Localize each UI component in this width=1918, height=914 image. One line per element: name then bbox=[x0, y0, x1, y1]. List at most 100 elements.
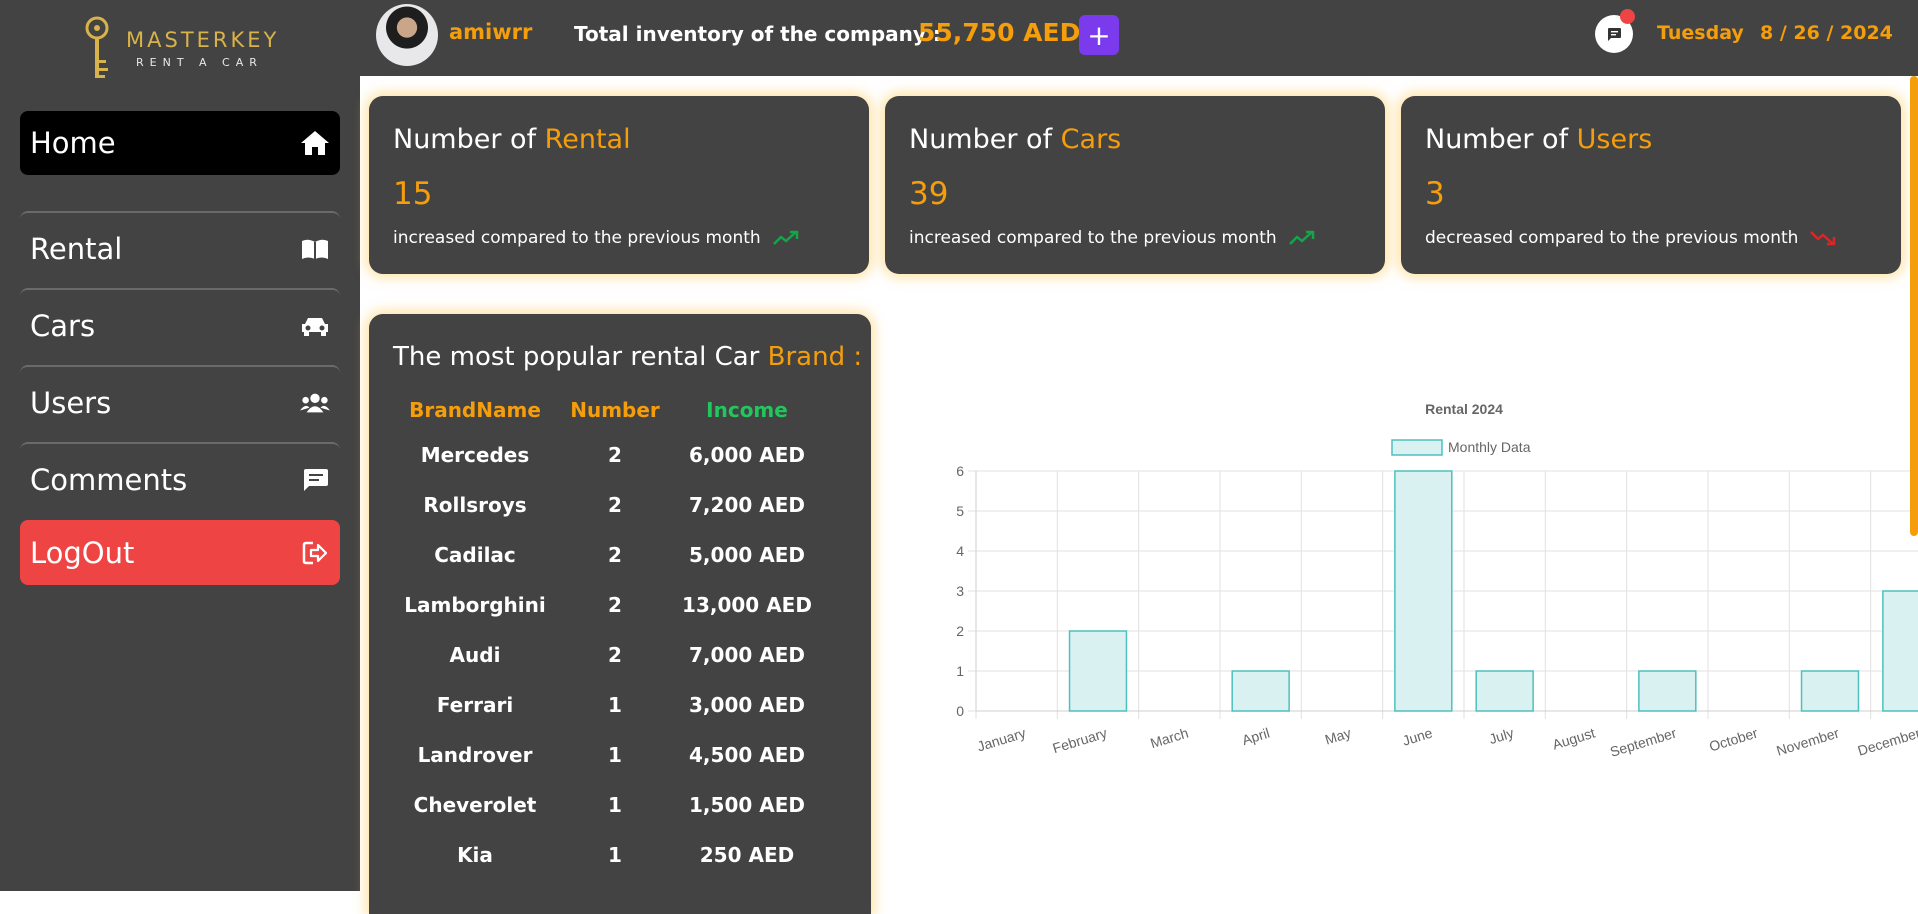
rental-bar-chart: Rental 2024 Monthly Data 0 1 2 3 4 5 6 January Feb… bbox=[956, 401, 1918, 760]
number-cell: 1 bbox=[608, 743, 622, 767]
table-row: Kia 1 250 AED bbox=[393, 830, 821, 880]
stat-value: 39 bbox=[909, 176, 949, 212]
x-tick-label: November bbox=[1774, 724, 1841, 758]
stat-note: increased compared to the previous month bbox=[393, 228, 799, 248]
stat-card-rental: Number of Rental 15 increased compared t… bbox=[369, 96, 869, 274]
top-bar: amiwrr Total inventory of the company : … bbox=[360, 0, 1918, 76]
username[interactable]: amiwrr bbox=[449, 20, 532, 44]
table-row: Audi 2 7,000 AED bbox=[393, 630, 821, 680]
income-cell: 7,200 AED bbox=[689, 493, 805, 517]
legend-swatch bbox=[1391, 439, 1443, 456]
table-row: Ferrari 1 3,000 AED bbox=[393, 680, 821, 730]
trend-up-icon bbox=[772, 230, 798, 245]
brands-title: The most popular rental Car Brand : bbox=[393, 342, 863, 372]
sidebar-item-cars[interactable]: Cars bbox=[20, 288, 340, 362]
table-row: Cadilac 2 5,000 AED bbox=[393, 530, 821, 580]
avatar[interactable] bbox=[376, 4, 438, 66]
y-tick-label: 4 bbox=[956, 543, 964, 559]
logo-brand: MASTERKEY bbox=[126, 28, 280, 52]
car-icon bbox=[300, 311, 330, 341]
x-tick-label: June bbox=[1400, 725, 1434, 749]
logout-label: LogOut bbox=[30, 535, 135, 570]
stat-card-cars: Number of Cars 39 increased compared to … bbox=[885, 96, 1385, 274]
brand-cell: Ferrari bbox=[436, 693, 514, 717]
x-tick-label: December bbox=[1856, 724, 1918, 758]
table-row: Mercedes 2 6,000 AED bbox=[393, 430, 821, 480]
logout-button[interactable]: LogOut bbox=[20, 520, 340, 585]
x-tick-label: September bbox=[1608, 724, 1678, 759]
sidebar-item-label: Rental bbox=[30, 232, 123, 266]
x-tick-label: January bbox=[975, 725, 1027, 755]
sidebar-item-rental[interactable]: Rental bbox=[20, 211, 340, 285]
key-logo-icon bbox=[85, 16, 109, 78]
trend-up-icon bbox=[1288, 230, 1314, 245]
bar-february bbox=[1068, 630, 1128, 712]
table-row: Lamborghini 2 13,000 AED bbox=[393, 580, 821, 630]
bar-december bbox=[1882, 590, 1918, 712]
income-cell: 4,500 AED bbox=[689, 743, 805, 767]
chat-icon bbox=[1608, 27, 1621, 41]
brand-cell: Rollsroys bbox=[423, 493, 527, 517]
table-row: Landrover 1 4,500 AED bbox=[393, 730, 821, 780]
column-header-number: Number bbox=[570, 398, 660, 422]
current-date: 8 / 26 / 2024 bbox=[1760, 22, 1893, 44]
popular-brands-card: The most popular rental Car Brand : Bran… bbox=[369, 314, 871, 914]
logo[interactable]: MASTERKEY RENT A CAR bbox=[84, 14, 284, 84]
income-cell: 6,000 AED bbox=[689, 443, 805, 467]
brand-cell: Cheverolet bbox=[413, 793, 537, 817]
x-tick-label: March bbox=[1148, 725, 1190, 752]
bar-june bbox=[1394, 470, 1453, 712]
income-cell: 13,000 AED bbox=[682, 593, 812, 617]
inventory-value: 55,750 AED bbox=[918, 18, 1081, 47]
book-icon bbox=[300, 234, 330, 264]
number-cell: 2 bbox=[608, 643, 622, 667]
y-tick-label: 0 bbox=[956, 703, 964, 719]
add-inventory-button[interactable]: + bbox=[1079, 15, 1119, 55]
bar-september bbox=[1638, 670, 1697, 712]
column-header-brandname: BrandName bbox=[409, 398, 541, 422]
stat-value: 3 bbox=[1425, 176, 1445, 212]
number-cell: 1 bbox=[608, 793, 622, 817]
bar-november bbox=[1800, 670, 1860, 712]
income-cell: 5,000 AED bbox=[689, 543, 805, 567]
income-cell: 7,000 AED bbox=[689, 643, 805, 667]
x-tick-label: August bbox=[1551, 725, 1597, 753]
x-tick-label: May bbox=[1323, 725, 1353, 748]
users-icon bbox=[300, 388, 330, 418]
sidebar-item-label: Home bbox=[30, 126, 116, 160]
main-content: Number of Rental 1 5 increased compared t… bbox=[360, 76, 1918, 914]
number-cell: 2 bbox=[608, 443, 622, 467]
table-row: Cheverolet 1 1,500 AED bbox=[393, 780, 821, 830]
brand-cell: Mercedes bbox=[420, 443, 530, 467]
x-tick-label: April bbox=[1240, 725, 1271, 748]
number-cell: 1 bbox=[608, 843, 622, 867]
y-tick-label: 6 bbox=[956, 463, 964, 479]
bar-april bbox=[1231, 670, 1290, 712]
stat-title: Number of Users bbox=[1425, 124, 1653, 155]
sidebar-item-comments[interactable]: Comments bbox=[20, 442, 340, 516]
logo-subtitle: RENT A CAR bbox=[136, 56, 263, 69]
scrollbar[interactable] bbox=[1910, 76, 1918, 536]
trend-down-icon bbox=[1810, 231, 1836, 246]
income-cell: 1,500 AED bbox=[689, 793, 805, 817]
brand-cell: Kia bbox=[457, 843, 493, 867]
current-day: Tuesday bbox=[1657, 22, 1744, 44]
stat-title: Number of Cars bbox=[909, 124, 1122, 155]
logout-icon bbox=[300, 538, 330, 568]
stat-title: Number of Rental bbox=[393, 124, 631, 155]
brand-cell: Landrover bbox=[417, 743, 533, 767]
y-tick-label: 1 bbox=[956, 663, 964, 679]
x-tick-label: October bbox=[1707, 724, 1760, 754]
sidebar: MASTERKEY RENT A CAR Home Rental Cars Us… bbox=[0, 0, 360, 891]
home-icon bbox=[300, 128, 330, 158]
notification-dot bbox=[1620, 9, 1635, 24]
sidebar-item-home[interactable]: Home bbox=[20, 111, 340, 175]
sidebar-item-label: Cars bbox=[30, 309, 96, 343]
y-tick-label: 3 bbox=[956, 583, 964, 599]
inventory-label: Total inventory of the company : bbox=[574, 22, 941, 46]
sidebar-item-label: Comments bbox=[30, 463, 188, 497]
sidebar-item-users[interactable]: Users bbox=[20, 365, 340, 439]
number-cell: 2 bbox=[608, 493, 622, 517]
y-tick-label: 5 bbox=[956, 503, 964, 519]
income-cell: 3,000 AED bbox=[689, 693, 805, 717]
